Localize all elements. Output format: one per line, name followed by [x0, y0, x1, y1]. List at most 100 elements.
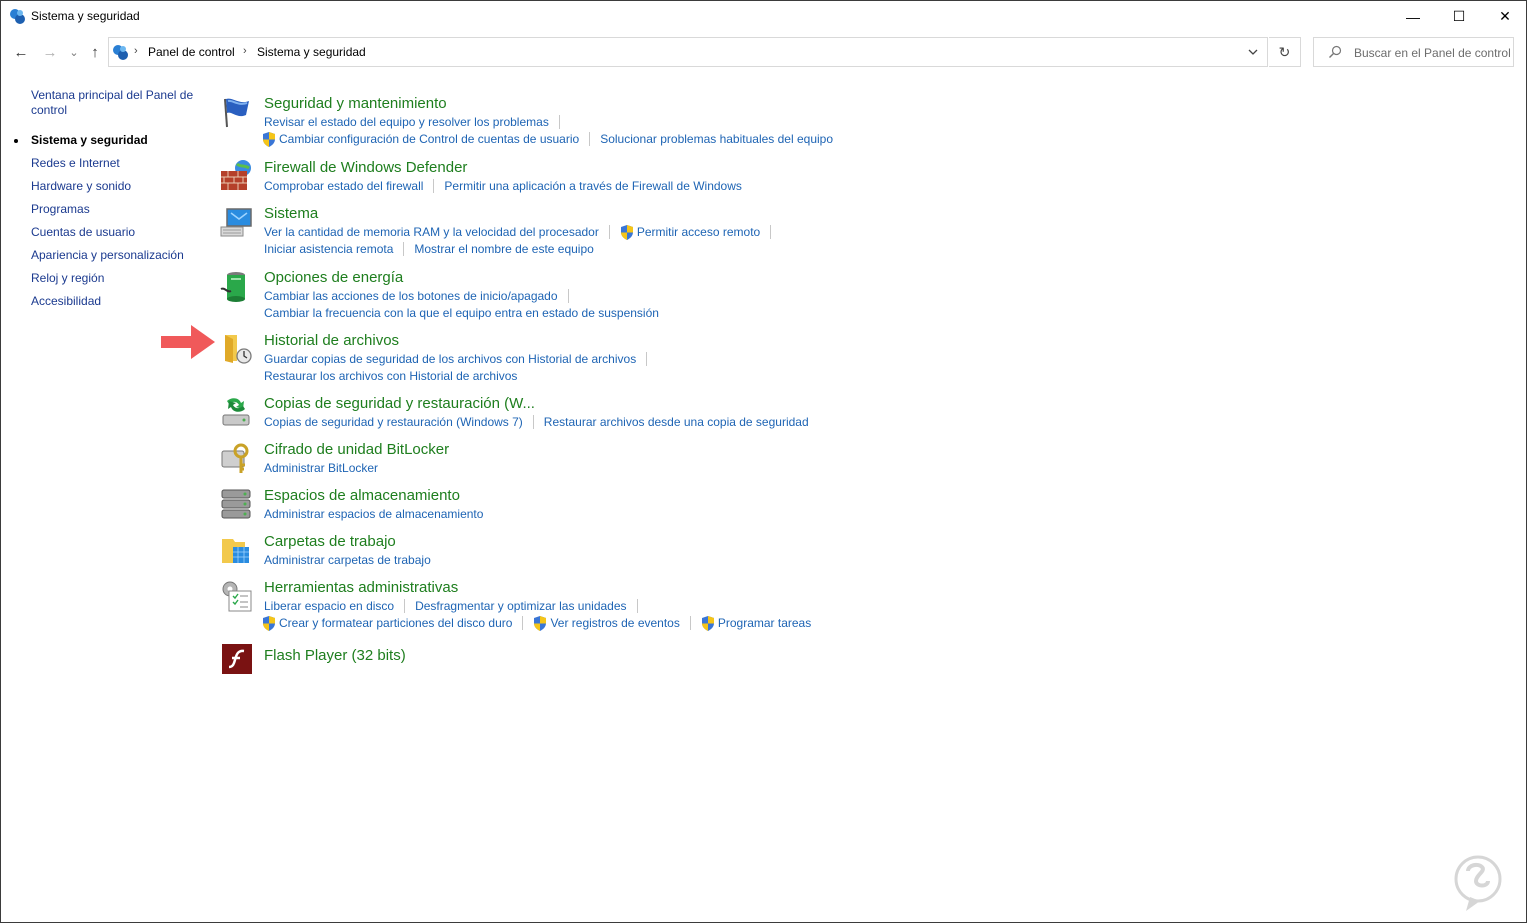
- category-title[interactable]: Espacios de almacenamiento: [264, 487, 460, 505]
- link-nombre-equipo[interactable]: Mostrar el nombre de este equipo: [414, 241, 593, 257]
- link-administrar-bitlocker[interactable]: Administrar BitLocker: [264, 460, 378, 476]
- link-row: Iniciar asistencia remota Mostrar el nom…: [264, 241, 594, 257]
- category-title[interactable]: Sistema: [264, 205, 318, 223]
- chevron-down-icon[interactable]: [1247, 45, 1259, 59]
- flash-icon: [222, 644, 252, 674]
- uac-shield-icon: [701, 615, 714, 631]
- sidebar-item-apariencia[interactable]: Apariencia y personalización: [31, 248, 184, 263]
- search-placeholder[interactable]: Buscar en el Panel de control: [1354, 46, 1511, 60]
- category-title[interactable]: Cifrado de unidad BitLocker: [264, 441, 449, 459]
- link-row: Ver la cantidad de memoria RAM y la velo…: [264, 224, 781, 240]
- refresh-button[interactable]: ↻: [1269, 37, 1301, 67]
- breadcrumb-sistema-y-seguridad[interactable]: Sistema y seguridad: [257, 45, 366, 59]
- link-permitir-acceso-remoto[interactable]: Permitir acceso remoto: [637, 224, 760, 240]
- sidebar-item-home[interactable]: Ventana principal del Panel de control: [31, 88, 201, 118]
- link-desfragmentar[interactable]: Desfragmentar y optimizar las unidades: [415, 598, 626, 614]
- link-programar-tareas[interactable]: Programar tareas: [718, 615, 811, 631]
- link-administrar-carpetas[interactable]: Administrar carpetas de trabajo: [264, 552, 431, 568]
- link-liberar-espacio[interactable]: Liberar espacio en disco: [264, 598, 394, 614]
- breadcrumb-panel-de-control[interactable]: Panel de control: [148, 45, 235, 59]
- category-title[interactable]: Firewall de Windows Defender: [264, 159, 467, 177]
- link-separator: [770, 225, 772, 239]
- window-title: Sistema y seguridad: [31, 9, 140, 23]
- link-separator: [608, 225, 610, 239]
- close-button[interactable]: ✕: [1482, 1, 1527, 32]
- chevron-down-icon: ⌄: [69, 46, 79, 59]
- sidebar-item-programas[interactable]: Programas: [31, 202, 90, 217]
- link-row: Restaurar los archivos con Historial de …: [264, 368, 517, 384]
- link-restaurar-desde-copia[interactable]: Restaurar archivos desde una copia de se…: [544, 414, 809, 430]
- link-acciones-botones[interactable]: Cambiar las acciones de los botones de i…: [264, 288, 558, 304]
- control-panel-window: Sistema y seguridad — ☐ ✕ ← → ⌄ ↑ › Pane…: [0, 0, 1527, 923]
- sidebar-item-cuentas[interactable]: Cuentas de usuario: [31, 225, 135, 240]
- link-cambiar-uac[interactable]: Cambiar configuración de Control de cuen…: [279, 131, 579, 147]
- up-button[interactable]: ↑: [85, 42, 105, 62]
- category-title[interactable]: Herramientas administrativas: [264, 579, 458, 597]
- title-bar: Sistema y seguridad — ☐ ✕: [1, 1, 1526, 32]
- flag-icon: [224, 98, 249, 128]
- breadcrumb-separator-icon: ›: [134, 45, 138, 57]
- back-button[interactable]: ←: [11, 42, 31, 62]
- category-title[interactable]: Carpetas de trabajo: [264, 533, 396, 551]
- link-asistencia-remota[interactable]: Iniciar asistencia remota: [264, 241, 393, 257]
- link-row: Copias de seguridad y restauración (Wind…: [264, 414, 809, 430]
- link-separator: [403, 242, 405, 256]
- link-separator: [589, 132, 591, 146]
- link-separator: [433, 179, 435, 193]
- computer-icon: [220, 208, 252, 237]
- link-separator: [636, 599, 638, 613]
- link-copias-windows7[interactable]: Copias de seguridad y restauración (Wind…: [264, 414, 523, 430]
- link-administrar-espacios[interactable]: Administrar espacios de almacenamiento: [264, 506, 483, 522]
- uac-shield-icon: [263, 131, 275, 147]
- link-permitir-aplicacion[interactable]: Permitir una aplicación a través de Fire…: [444, 178, 741, 194]
- sidebar-item-hardware[interactable]: Hardware y sonido: [31, 179, 131, 194]
- breadcrumb-separator-icon[interactable]: ›: [243, 45, 247, 57]
- link-frecuencia-suspension[interactable]: Cambiar la frecuencia con la que el equi…: [264, 305, 659, 321]
- link-revisar-estado[interactable]: Revisar el estado del equipo y resolver …: [264, 114, 549, 130]
- maximize-button[interactable]: ☐: [1436, 1, 1482, 32]
- category-title[interactable]: Historial de archivos: [264, 332, 399, 350]
- link-row: Cambiar la frecuencia con la que el equi…: [264, 305, 659, 321]
- search-box[interactable]: Buscar en el Panel de control: [1313, 37, 1514, 67]
- battery-icon: [220, 272, 245, 302]
- recent-locations-button[interactable]: ⌄: [64, 42, 84, 62]
- search-icon: [1329, 45, 1342, 58]
- link-guardar-copias[interactable]: Guardar copias de seguridad de los archi…: [264, 351, 636, 367]
- sidebar-item-accesibilidad[interactable]: Accesibilidad: [31, 294, 101, 309]
- link-comprobar-firewall[interactable]: Comprobar estado del firewall: [264, 178, 423, 194]
- firewall-icon: [221, 160, 251, 190]
- work-folders-icon: [222, 539, 249, 563]
- category-title[interactable]: Copias de seguridad y restauración (W...: [264, 395, 535, 413]
- sidebar-item-redes[interactable]: Redes e Internet: [31, 156, 120, 171]
- admin-tools-icon: [222, 581, 252, 612]
- address-bar[interactable]: › Panel de control › Sistema y seguridad: [108, 37, 1268, 67]
- bitlocker-icon: [221, 443, 249, 473]
- control-panel-icon: [113, 45, 128, 60]
- link-registros-eventos[interactable]: Ver registros de eventos: [550, 615, 679, 631]
- watermark-logo-icon: [1454, 855, 1502, 911]
- link-restaurar-archivos[interactable]: Restaurar los archivos con Historial de …: [264, 368, 517, 384]
- link-ver-memoria[interactable]: Ver la cantidad de memoria RAM y la velo…: [264, 224, 599, 240]
- active-bullet: [14, 139, 18, 143]
- link-separator: [532, 415, 534, 429]
- category-title[interactable]: Opciones de energía: [264, 269, 403, 287]
- sidebar-item-reloj[interactable]: Reloj y región: [31, 271, 104, 286]
- storage-icon: [221, 489, 251, 519]
- up-arrow-icon: ↑: [91, 43, 99, 61]
- sidebar-item-label: Sistema y seguridad: [31, 133, 148, 147]
- link-solucionar-problemas[interactable]: Solucionar problemas habituales del equi…: [600, 131, 833, 147]
- link-separator: [522, 616, 524, 630]
- file-history-icon: [225, 335, 252, 364]
- forward-button[interactable]: →: [40, 42, 60, 62]
- sidebar-item-sistema-y-seguridad: Sistema y seguridad: [14, 133, 148, 148]
- link-separator: [558, 115, 560, 129]
- minimize-button[interactable]: —: [1390, 1, 1436, 32]
- uac-shield-icon: [620, 224, 633, 240]
- uac-shield-icon: [534, 615, 547, 631]
- link-particiones-disco[interactable]: Crear y formatear particiones del disco …: [279, 615, 512, 631]
- link-separator: [646, 352, 648, 366]
- category-title[interactable]: Flash Player (32 bits): [264, 647, 406, 665]
- link-row: Crear y formatear particiones del disco …: [262, 615, 811, 631]
- category-title[interactable]: Seguridad y mantenimiento: [264, 95, 447, 113]
- link-row: Guardar copias de seguridad de los archi…: [264, 351, 657, 367]
